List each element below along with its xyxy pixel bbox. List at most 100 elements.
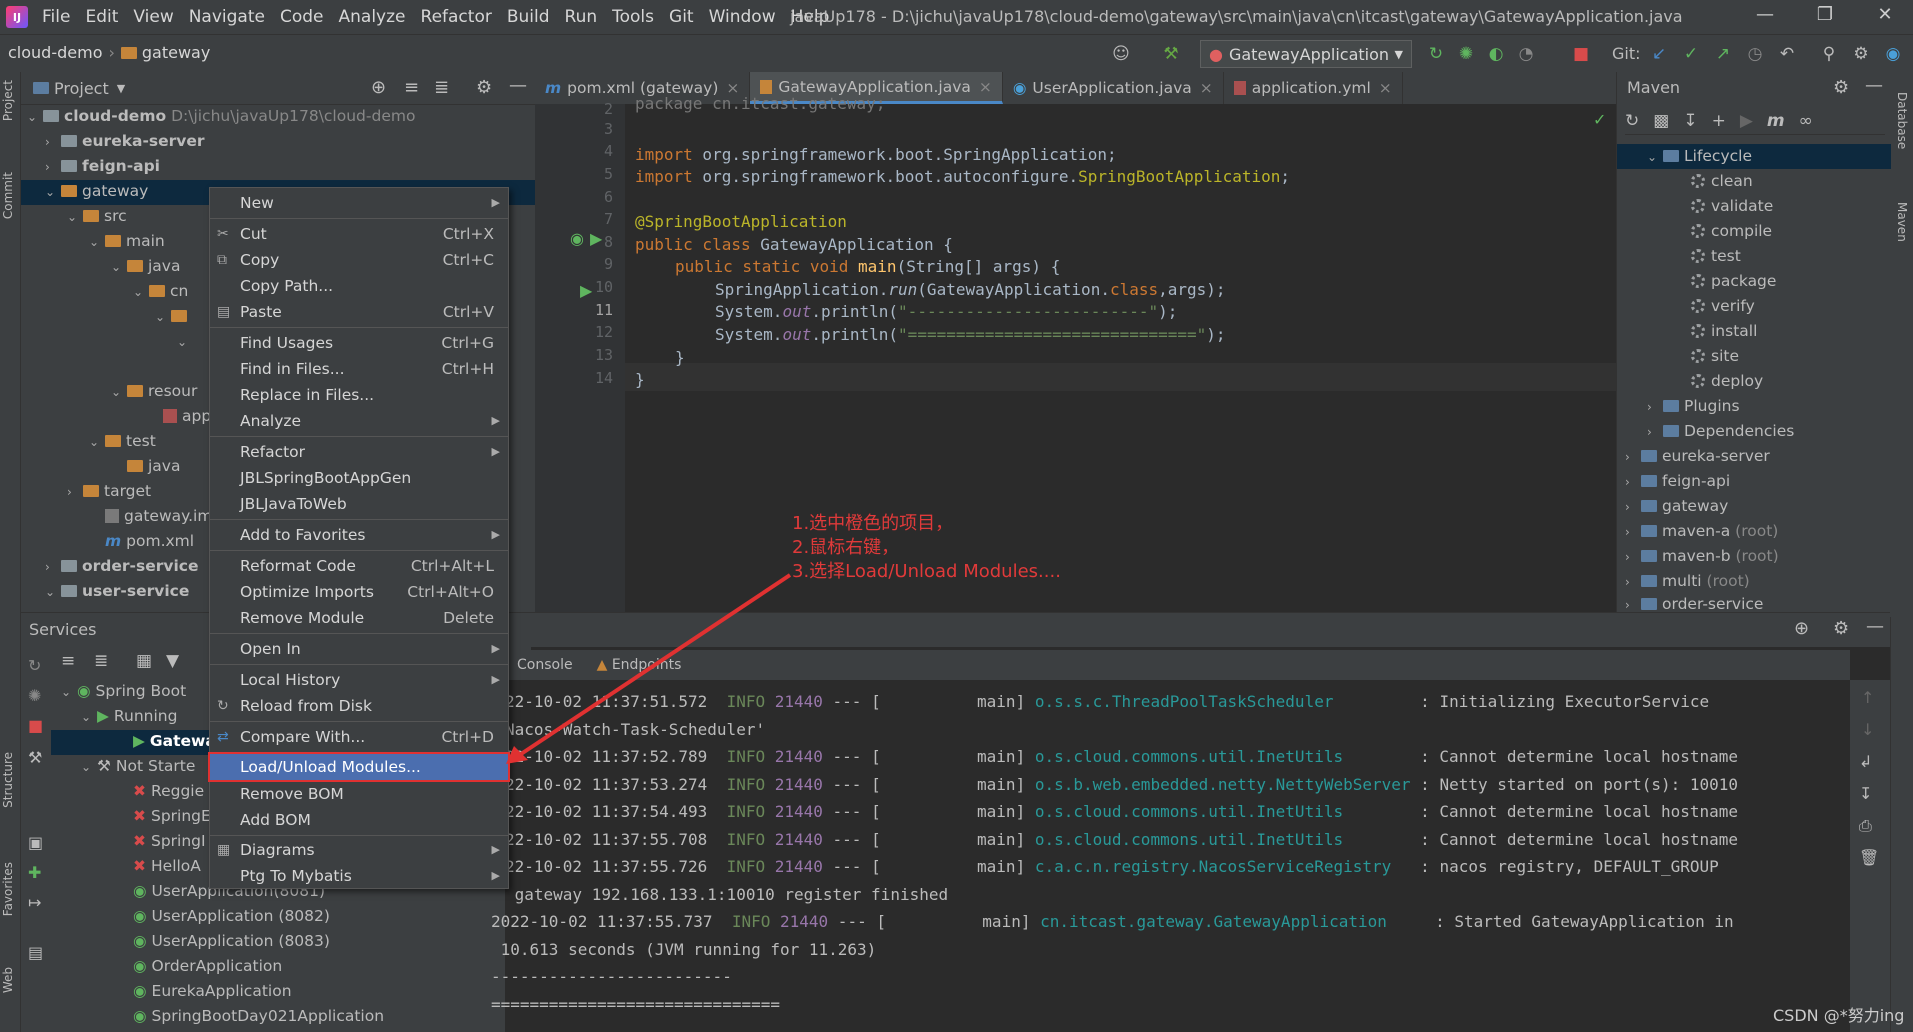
- web-tool-tab[interactable]: Web: [1, 967, 15, 993]
- maven-goal-icon[interactable]: m: [1767, 111, 1785, 131]
- menu-item-paste[interactable]: ▤ Paste Ctrl+V: [210, 299, 508, 325]
- debug-icon[interactable]: ✺: [1455, 43, 1477, 65]
- filter-icon[interactable]: ▼: [166, 651, 179, 671]
- menu-item-optimize-imports[interactable]: Optimize Imports Ctrl+Alt+O: [210, 579, 508, 605]
- chevron-down-icon[interactable]: ▼: [117, 82, 125, 95]
- tree-item-target[interactable]: › target: [67, 479, 151, 504]
- close-tab-icon[interactable]: ×: [1200, 79, 1213, 97]
- scroll-down-icon[interactable]: ↓: [1861, 720, 1874, 739]
- service-app[interactable]: ◉ OrderApplication: [133, 954, 282, 979]
- download-icon[interactable]: ↧: [1683, 111, 1697, 131]
- build-hammer-icon[interactable]: ⚒: [1160, 43, 1182, 65]
- menu-item-local-history[interactable]: Local History ▶: [210, 667, 508, 693]
- menu-item-new[interactable]: New ▶: [210, 190, 508, 216]
- menu-item-add-bom[interactable]: Add BOM: [210, 807, 508, 833]
- reload-icon[interactable]: ↻: [1625, 111, 1639, 131]
- maven-phase[interactable]: deploy: [1691, 369, 1763, 394]
- locate-icon[interactable]: ⊕: [371, 77, 386, 98]
- run-gutter-icon[interactable]: ▶: [580, 281, 592, 300]
- expand-all-icon[interactable]: ≡: [61, 651, 75, 671]
- maven-phase[interactable]: verify: [1691, 294, 1755, 319]
- settings-gear-icon[interactable]: ⚙: [476, 77, 492, 98]
- maven-tool-tab[interactable]: Maven: [1895, 202, 1909, 242]
- add-config-icon[interactable]: ✚: [28, 863, 41, 882]
- maven-lifecycle[interactable]: ⌄ Lifecycle: [1647, 144, 1752, 169]
- tree-item-gateway[interactable]: ⌄ gateway: [45, 179, 148, 204]
- menu-item-copy[interactable]: ⧉ Copy Ctrl+C: [210, 247, 508, 273]
- code-editor[interactable]: 2 3 4 5 6 7 8 9 10 11 12 13 14 ◉ ▶ ▶ pac…: [535, 94, 1616, 612]
- maven-phase[interactable]: clean: [1691, 169, 1753, 194]
- maven-module[interactable]: › maven-a (root): [1625, 519, 1778, 544]
- menu-navigate[interactable]: Navigate: [189, 7, 265, 27]
- stop-icon[interactable]: ■: [28, 716, 43, 735]
- tree-item-user[interactable]: ⌄ user-service: [45, 579, 189, 604]
- breadcrumb-root[interactable]: cloud-demo: [8, 43, 102, 62]
- inspection-ok-icon[interactable]: ✓: [1593, 110, 1606, 129]
- maven-phase[interactable]: compile: [1691, 219, 1772, 244]
- maven-phase[interactable]: test: [1691, 244, 1741, 269]
- service-spring-boot[interactable]: ⌄ ◉ Spring Boot: [61, 679, 186, 704]
- service-app[interactable]: ◉ SpringBootDay021Application: [133, 1004, 384, 1029]
- maven-phase[interactable]: install: [1691, 319, 1757, 344]
- menu-item-reformat-code[interactable]: Reformat Code Ctrl+Alt+L: [210, 553, 508, 579]
- add-service-icon[interactable]: ⊕: [1794, 618, 1809, 639]
- menu-item-load-unload-modules[interactable]: Load/Unload Modules...: [208, 752, 510, 782]
- close-window-button[interactable]: ✕: [1865, 4, 1905, 30]
- add-icon[interactable]: +: [1712, 111, 1726, 131]
- tree-item-feign[interactable]: › feign-api: [45, 154, 160, 179]
- maximize-button[interactable]: ❐: [1805, 4, 1845, 30]
- tree-item-java[interactable]: ⌄ java: [111, 254, 180, 279]
- tab-user-application[interactable]: ◉ UserApplication.java ×: [1003, 72, 1224, 104]
- menu-item-find-usages[interactable]: Find Usages Ctrl+G: [210, 330, 508, 356]
- menu-git[interactable]: Git: [669, 7, 694, 27]
- skip-tests-icon[interactable]: ∞: [1799, 111, 1813, 131]
- debug-icon[interactable]: ✺: [28, 686, 41, 705]
- tree-item-src[interactable]: ⌄ src: [67, 204, 127, 229]
- run-config-selector[interactable]: ● GatewayApplication ▼: [1200, 40, 1412, 68]
- settings-gear-icon[interactable]: ⚙: [1833, 77, 1849, 98]
- tab-application-yml[interactable]: application.yml ×: [1224, 72, 1403, 104]
- print-icon[interactable]: ⎙: [1859, 816, 1872, 836]
- maven-phase[interactable]: validate: [1691, 194, 1773, 219]
- commit-tool-tab[interactable]: Commit: [1, 172, 15, 219]
- service-running-group[interactable]: ⌄ ▶ Running: [81, 704, 177, 729]
- menu-edit[interactable]: Edit: [85, 7, 118, 27]
- hide-panel-icon[interactable]: —: [1865, 75, 1883, 96]
- maven-module[interactable]: › eureka-server: [1625, 444, 1770, 469]
- favorites-tool-tab[interactable]: Favorites: [1, 862, 15, 916]
- tree-item-app-yml[interactable]: app: [163, 404, 211, 429]
- tree-item-test-java[interactable]: java: [127, 454, 180, 479]
- tree-root[interactable]: ⌄ cloud-demo D:\jichu\javaUp178\cloud-dem…: [27, 104, 415, 129]
- history-icon[interactable]: ◷: [1744, 43, 1766, 65]
- close-tab-icon[interactable]: ×: [979, 78, 992, 96]
- git-commit-icon[interactable]: ✓: [1680, 43, 1702, 65]
- tree-item-eureka[interactable]: › eureka-server: [45, 129, 205, 154]
- rerun-icon[interactable]: ↻: [1425, 43, 1447, 65]
- menu-item-add-to-favorites[interactable]: Add to Favorites ▶: [210, 522, 508, 548]
- structure-tool-tab[interactable]: Structure: [1, 752, 15, 808]
- project-panel-title[interactable]: Project: [54, 79, 109, 98]
- tree-item-itcast[interactable]: ⌄: [155, 304, 192, 329]
- settings-gear-icon[interactable]: ⚙: [1833, 618, 1849, 639]
- menu-item-diagrams[interactable]: ▦ Diagrams ▶: [210, 837, 508, 863]
- menu-item-remove-bom[interactable]: Remove BOM: [210, 781, 508, 807]
- maven-module[interactable]: › maven-b (root): [1625, 544, 1779, 569]
- spring-bean-icon[interactable]: ◉: [570, 229, 584, 248]
- menu-item-open-in[interactable]: Open In ▶: [210, 636, 508, 662]
- scroll-up-icon[interactable]: ↑: [1861, 688, 1874, 707]
- maven-dependencies[interactable]: › Dependencies: [1647, 419, 1794, 444]
- service-running-app[interactable]: ▶ Gatewa: [133, 729, 216, 754]
- menu-code[interactable]: Code: [280, 7, 324, 27]
- scroll-to-end-icon[interactable]: ↧: [1859, 784, 1872, 803]
- menu-view[interactable]: View: [133, 7, 173, 27]
- git-push-icon[interactable]: ↗: [1712, 43, 1734, 65]
- run-gutter-icon[interactable]: ▶: [590, 229, 602, 248]
- toolbox-icon[interactable]: ◉: [1882, 43, 1904, 65]
- maven-plugins[interactable]: › Plugins: [1647, 394, 1740, 419]
- exit-icon[interactable]: ↦: [28, 893, 41, 912]
- menu-item-refactor[interactable]: Refactor ▶: [210, 439, 508, 465]
- menu-item-analyze[interactable]: Analyze ▶: [210, 408, 508, 434]
- menu-item-compare-with[interactable]: ⇄ Compare With... Ctrl+D: [210, 724, 508, 750]
- group-icon[interactable]: ▦: [136, 651, 152, 671]
- service-app[interactable]: ◉ UserApplication (8082): [133, 904, 330, 929]
